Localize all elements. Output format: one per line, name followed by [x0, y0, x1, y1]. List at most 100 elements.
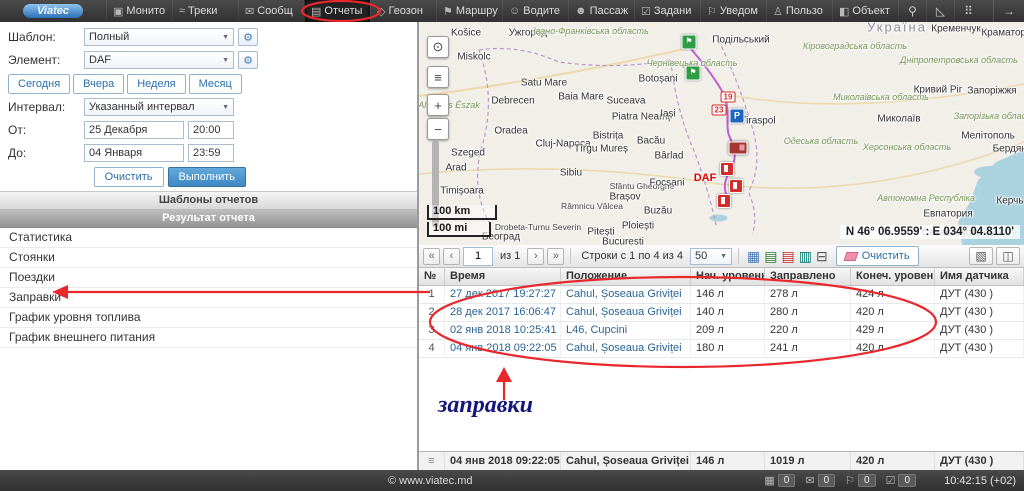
- zoom-out-button[interactable]: −: [427, 118, 449, 140]
- quick-button-today[interactable]: Сегодня: [8, 74, 70, 94]
- menu-item-label: Геозон: [388, 5, 422, 17]
- clear-report-button[interactable]: Очистить: [836, 246, 919, 266]
- cell[interactable]: L46, Cupcini: [561, 322, 691, 339]
- menu-item-drivers[interactable]: ☺Водите: [502, 0, 568, 22]
- exit-button[interactable]: →: [993, 0, 1024, 22]
- cell[interactable]: Cahul, Șoseaua Griviței: [561, 340, 691, 357]
- chevron-down-icon: ▼: [720, 253, 727, 260]
- column-header: Положение: [561, 268, 691, 285]
- cell[interactable]: 04 янв 2018 09:22:05: [445, 340, 561, 357]
- menu-item-users[interactable]: ♙Пользо: [766, 0, 832, 22]
- page-size-select[interactable]: 50 ▼: [690, 248, 732, 265]
- layers-button[interactable]: ≡: [427, 66, 449, 88]
- copyright-link[interactable]: © www.viatec.md: [388, 475, 473, 487]
- fuel-filling-marker[interactable]: [717, 194, 731, 208]
- event-badge-marker[interactable]: 19: [721, 92, 736, 103]
- map[interactable]: KošiceУжгородMiskolcSatu MareDebrecenBai…: [418, 22, 1024, 245]
- visibility-button[interactable]: ⊙: [427, 36, 449, 58]
- table-row[interactable]: 302 янв 2018 10:25:41L46, Cupcini209 л22…: [419, 322, 1024, 340]
- menu-item-jobs[interactable]: ☑Задани: [634, 0, 700, 22]
- cell[interactable]: Cahul, Șoseaua Griviței: [561, 304, 691, 321]
- parking-marker[interactable]: P: [730, 109, 745, 124]
- fuel-filling-marker[interactable]: [720, 162, 734, 176]
- to-label: До:: [8, 146, 84, 160]
- report-item-parkings[interactable]: Стоянки: [0, 248, 417, 268]
- menu-item-routes[interactable]: ⚑Маршру: [436, 0, 502, 22]
- first-page-button[interactable]: «: [423, 248, 440, 265]
- template-select-value: Полный: [89, 31, 129, 43]
- truck-marker[interactable]: [729, 142, 748, 155]
- next-page-button[interactable]: ›: [527, 248, 544, 265]
- report-item-trips[interactable]: Поездки: [0, 268, 417, 288]
- menu-item-units[interactable]: ◧Объект: [832, 0, 898, 22]
- report-result-header[interactable]: Результат отчета: [0, 210, 417, 228]
- quick-button-yesterday[interactable]: Вчера: [73, 74, 124, 94]
- template-select[interactable]: Полный ▼: [84, 28, 234, 46]
- map-label: Bacău: [637, 136, 665, 147]
- event-badge-marker[interactable]: 23: [712, 105, 727, 116]
- menu-item-monitoring[interactable]: ▣Монито: [106, 0, 172, 22]
- element-settings-button[interactable]: ⚙: [238, 51, 258, 69]
- report-item-external-power-chart[interactable]: График внешнего питания: [0, 328, 417, 348]
- search-button[interactable]: ⚲: [898, 0, 926, 22]
- application-window: Viatec ▣Монито≈Треки✉Сообщ▤Отчеты◇Геозон…: [0, 0, 1024, 491]
- element-select[interactable]: DAF ▼: [84, 51, 234, 69]
- fuel-filling-marker[interactable]: [729, 179, 743, 193]
- map-label: Drobeta-Turnu Severin: [495, 222, 581, 232]
- menu-item-passengers[interactable]: ☻Пассаж: [568, 0, 634, 22]
- ruler-button[interactable]: ◺: [926, 0, 954, 22]
- menu-item-label: Объект: [852, 5, 889, 17]
- prev-page-button[interactable]: ‹: [443, 248, 460, 265]
- separator: [738, 248, 739, 264]
- clear-button[interactable]: Очистить: [94, 167, 164, 187]
- apps-button[interactable]: ⠿: [954, 0, 982, 22]
- geofence-marker[interactable]: ⚑: [686, 66, 701, 81]
- table-row[interactable]: 404 янв 2018 09:22:05Cahul, Șoseaua Griv…: [419, 340, 1024, 358]
- to-date-input[interactable]: [84, 144, 184, 162]
- execute-button[interactable]: Выполнить: [168, 167, 246, 187]
- menu-item-geozones[interactable]: ◇Геозон: [370, 0, 436, 22]
- map-label: Запорізька область: [954, 111, 1024, 121]
- cursor-coordinates: N 46° 06.9559' : E 034° 04.8110': [840, 225, 1020, 239]
- interval-select[interactable]: Указанный интервал ▼: [84, 98, 234, 116]
- last-page-button[interactable]: »: [547, 248, 564, 265]
- cell[interactable]: Cahul, Șoseaua Griviței: [561, 286, 691, 303]
- to-time-input[interactable]: [188, 144, 234, 162]
- from-date-input[interactable]: [84, 121, 184, 139]
- units-icon: ◧: [839, 5, 849, 18]
- report-item-fillings[interactable]: Заправки: [0, 288, 417, 308]
- quick-button-week[interactable]: Неделя: [127, 74, 185, 94]
- excel-icon[interactable]: ▤: [764, 249, 777, 263]
- cell: ДУТ (430 ): [935, 322, 1024, 339]
- menu-item-notifications[interactable]: ⚐Уведом: [700, 0, 766, 22]
- route-start-marker[interactable]: ⚑: [682, 35, 697, 50]
- xml-icon[interactable]: ▥: [799, 249, 812, 263]
- report-item-fuel-level-chart[interactable]: График уровня топлива: [0, 308, 417, 328]
- report-templates-header[interactable]: Шаблоны отчетов: [0, 191, 417, 210]
- tracks-icon: ≈: [179, 5, 185, 17]
- menu-item-tracks[interactable]: ≈Треки: [172, 0, 238, 22]
- cell[interactable]: 27 дек 2017 19:27:27: [445, 286, 561, 303]
- report-item-statistics[interactable]: Статистика: [0, 228, 417, 248]
- chart-icon[interactable]: ▦: [747, 249, 760, 263]
- show-on-map-button[interactable]: ▧: [969, 247, 993, 265]
- messages-icon: ✉: [805, 474, 814, 487]
- menu-item-label: Отчеты: [324, 5, 362, 17]
- print-icon[interactable]: ⊟: [816, 249, 828, 263]
- chevron-down-icon: ▼: [222, 104, 229, 111]
- template-settings-button[interactable]: ⚙: [238, 28, 258, 46]
- menu-item-messages[interactable]: ✉Сообщ: [238, 0, 304, 22]
- quick-range-buttons: СегодняВчераНеделяМесяц: [8, 74, 409, 94]
- table-row[interactable]: 127 дек 2017 19:27:27Cahul, Șoseaua Griv…: [419, 286, 1024, 304]
- from-time-input[interactable]: [188, 121, 234, 139]
- zoom-in-button[interactable]: +: [427, 94, 449, 116]
- menu-item-reports[interactable]: ▤Отчеты: [304, 0, 370, 22]
- cell[interactable]: 02 янв 2018 10:25:41: [445, 322, 561, 339]
- cell[interactable]: 28 дек 2017 16:06:47: [445, 304, 561, 321]
- page-number-input[interactable]: [463, 247, 493, 266]
- map-label: Focșani: [649, 178, 684, 189]
- quick-button-month[interactable]: Месяц: [189, 74, 242, 94]
- table-row[interactable]: 228 дек 2017 16:06:47Cahul, Șoseaua Griv…: [419, 304, 1024, 322]
- pdf-icon[interactable]: ▤: [781, 249, 794, 263]
- split-view-button[interactable]: ◫: [996, 247, 1020, 265]
